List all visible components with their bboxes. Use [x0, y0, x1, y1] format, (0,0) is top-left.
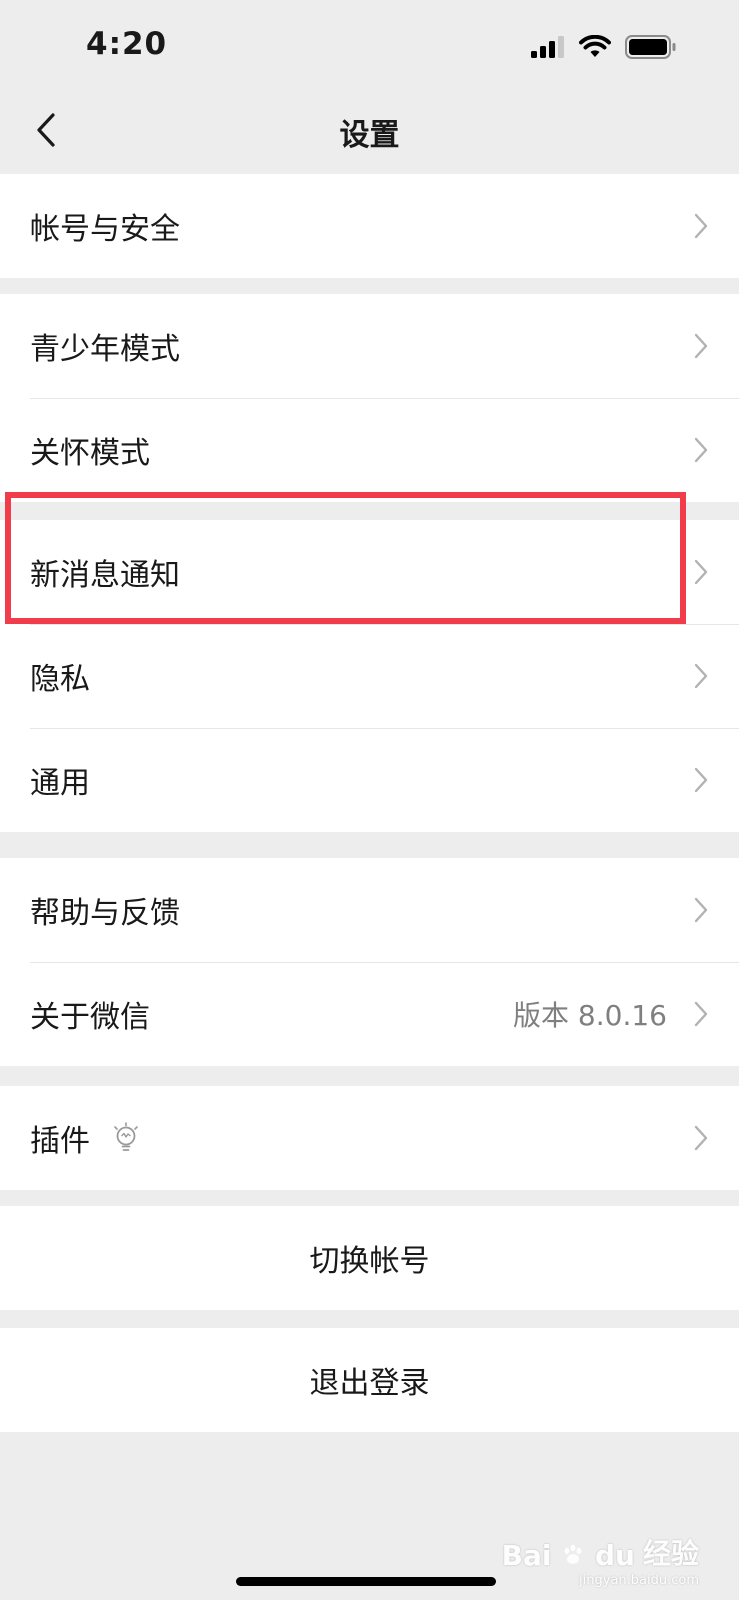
- settings-item-care-mode[interactable]: 关怀模式: [0, 398, 739, 502]
- baidu-jingyan-watermark: Bai du 经验 jingyan.baidu.com: [502, 1532, 699, 1588]
- logout-group: 退出登录: [0, 1328, 739, 1432]
- cellular-signal-icon: [531, 36, 565, 62]
- settings-item-label: 通用: [30, 766, 90, 801]
- watermark-brand-part2: du: [595, 1539, 635, 1572]
- settings-item-label: 青少年模式: [30, 332, 180, 367]
- settings-item-label: 隐私: [30, 662, 90, 697]
- logout-button[interactable]: 退出登录: [0, 1328, 739, 1432]
- battery-icon: [625, 35, 677, 63]
- settings-item-label: 帐号与安全: [30, 212, 180, 247]
- chevron-right-icon: [693, 663, 709, 689]
- settings-item-general[interactable]: 通用: [0, 728, 739, 832]
- nav-bar: 设置: [0, 96, 739, 174]
- chevron-right-icon: [693, 1125, 709, 1151]
- chevron-right-icon: [693, 213, 709, 239]
- settings-item-teen-mode[interactable]: 青少年模式: [0, 294, 739, 398]
- status-icons: [531, 34, 677, 63]
- switch-account-group: 切换帐号: [0, 1206, 739, 1310]
- chevron-right-icon: [693, 437, 709, 463]
- settings-group-general: 新消息通知 隐私 通用: [0, 520, 739, 832]
- page-title: 设置: [339, 118, 400, 153]
- settings-item-privacy[interactable]: 隐私: [0, 624, 739, 728]
- settings-group-plugins: 插件: [0, 1086, 739, 1190]
- settings-item-help-feedback[interactable]: 帮助与反馈: [0, 858, 739, 962]
- settings-item-label: 关怀模式: [30, 436, 150, 471]
- status-time: 4:20: [86, 26, 168, 62]
- watermark-url: jingyan.baidu.com: [579, 1573, 699, 1588]
- watermark-brand-part1: Bai: [501, 1539, 552, 1572]
- wifi-icon: [579, 34, 611, 63]
- settings-item-about-wechat[interactable]: 关于微信 版本 8.0.16: [0, 962, 739, 1066]
- version-value: 版本 8.0.16: [513, 999, 667, 1032]
- settings-group-help: 帮助与反馈 关于微信 版本 8.0.16: [0, 858, 739, 1066]
- settings-item-account-security[interactable]: 帐号与安全: [0, 174, 739, 278]
- chevron-right-icon: [693, 559, 709, 585]
- paw-icon: [552, 1539, 596, 1572]
- switch-account-button[interactable]: 切换帐号: [0, 1206, 739, 1310]
- chevron-right-icon: [693, 767, 709, 793]
- status-bar: 4:20: [0, 0, 739, 96]
- settings-item-label: 插件: [30, 1124, 90, 1159]
- lightbulb-icon: [112, 1122, 142, 1154]
- settings-item-plugins[interactable]: 插件: [0, 1086, 739, 1190]
- settings-item-label: 新消息通知: [30, 558, 180, 593]
- chevron-right-icon: [693, 1001, 709, 1027]
- watermark-brand: Bai du: [502, 1539, 635, 1572]
- watermark-cn: 经验: [642, 1537, 699, 1570]
- settings-item-label: 关于微信: [30, 1000, 150, 1035]
- settings-item-new-message-notification[interactable]: 新消息通知: [0, 520, 739, 624]
- settings-item-label: 帮助与反馈: [30, 896, 180, 931]
- chevron-right-icon: [693, 897, 709, 923]
- chevron-right-icon: [693, 333, 709, 359]
- home-indicator[interactable]: [236, 1577, 496, 1586]
- settings-group-modes: 青少年模式 关怀模式: [0, 294, 739, 502]
- settings-group-account: 帐号与安全: [0, 174, 739, 278]
